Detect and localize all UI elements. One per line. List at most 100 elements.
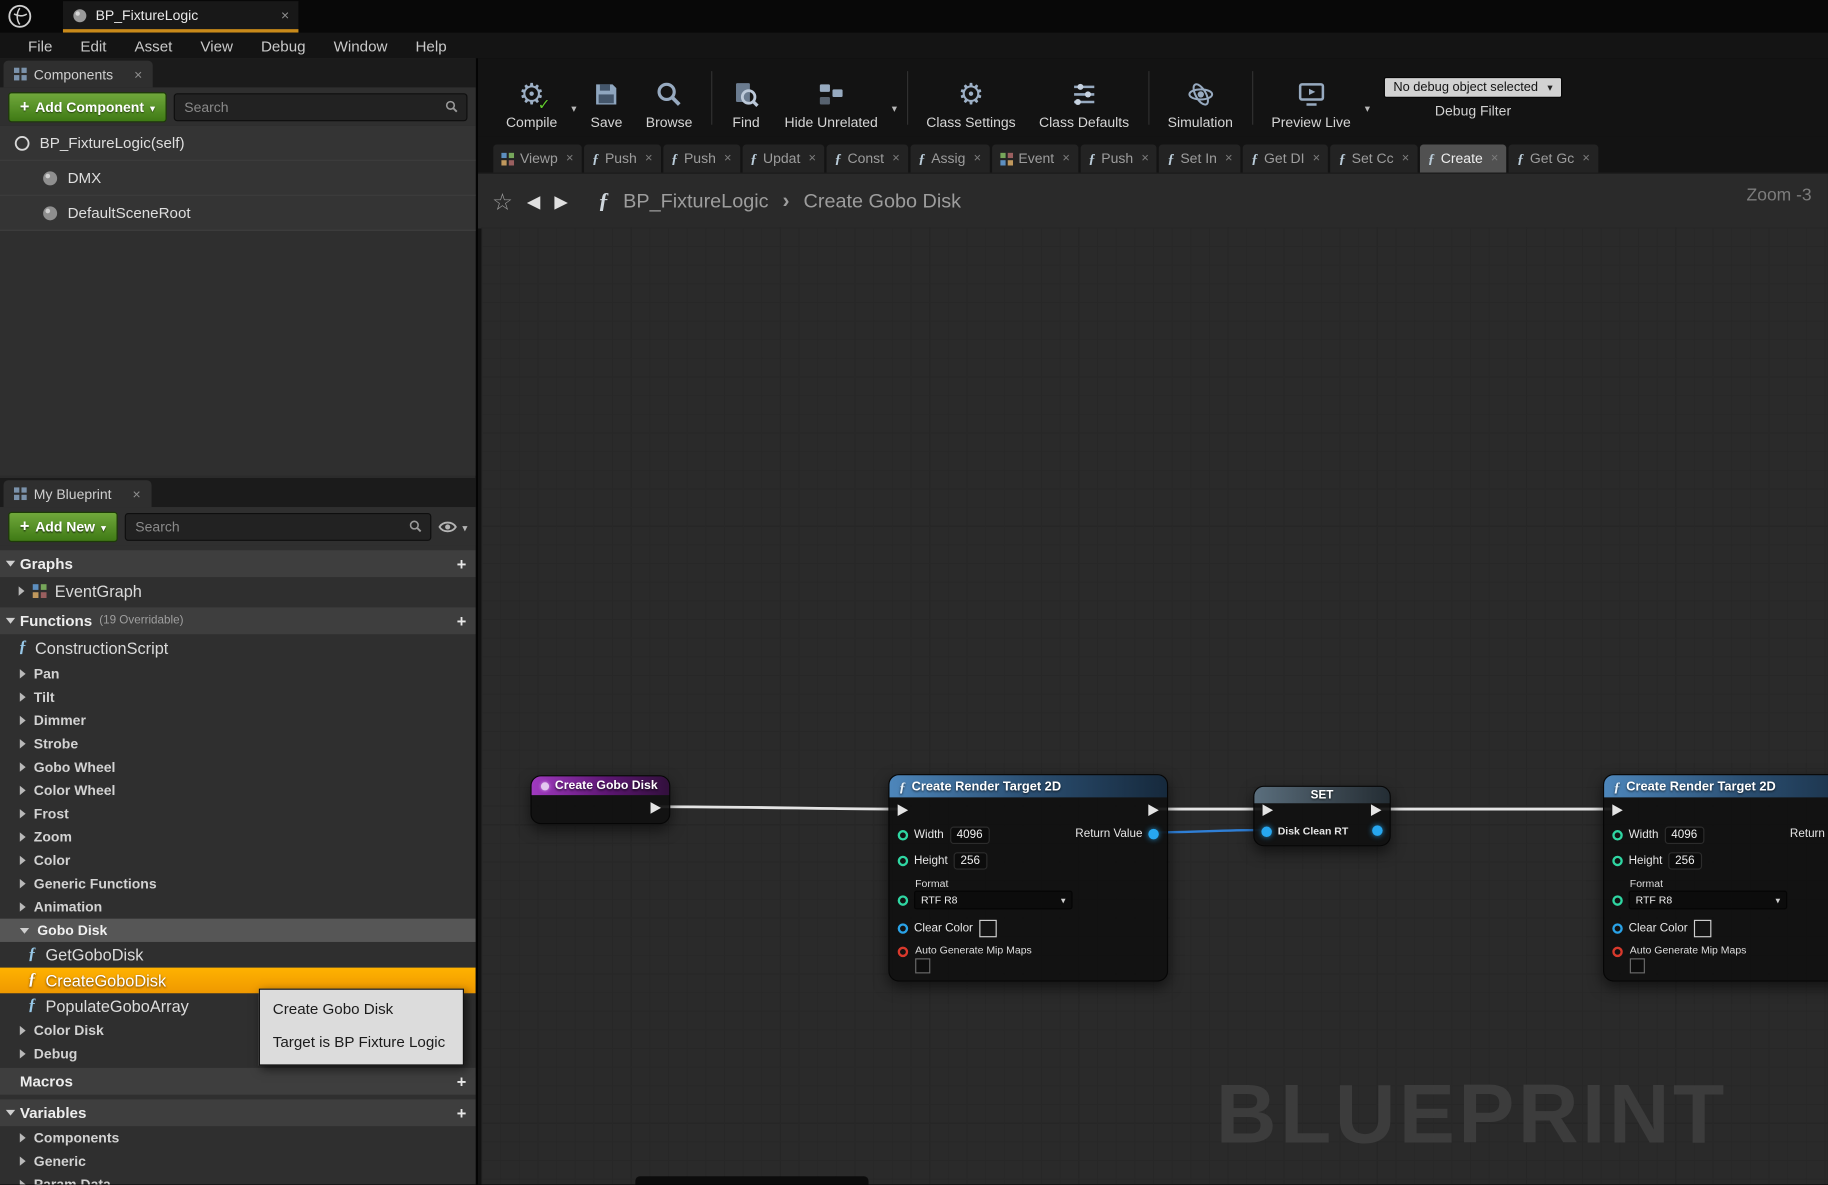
menu-help[interactable]: Help (401, 37, 460, 54)
components-search-box[interactable] (174, 93, 468, 121)
add-graph-button[interactable]: + (457, 556, 467, 572)
section-graphs[interactable]: Graphs + (0, 550, 476, 577)
mips-checkbox[interactable] (915, 958, 930, 973)
color-swatch[interactable] (1693, 920, 1710, 937)
height-value-field[interactable]: 256 (1668, 852, 1701, 869)
favorite-star-icon[interactable]: ☆ (492, 187, 513, 215)
mbp-category-color-wheel[interactable]: Color Wheel (0, 779, 476, 802)
back-arrow-icon[interactable]: ◀ (527, 191, 540, 212)
object-input-pin[interactable] (1261, 826, 1271, 836)
add-function-button[interactable]: + (457, 613, 467, 629)
section-functions[interactable]: Functions (19 Overridable) + (0, 607, 476, 634)
close-icon[interactable] (974, 152, 982, 165)
compile-options-chevron-icon[interactable] (571, 96, 576, 117)
exec-output-pin[interactable] (1371, 804, 1381, 816)
close-icon[interactable] (281, 8, 289, 22)
mbp-category-color[interactable]: Color (0, 849, 476, 872)
hide-unrelated-chevron-icon[interactable] (892, 96, 897, 117)
my-blueprint-search-box[interactable] (125, 512, 432, 540)
menu-debug[interactable]: Debug (247, 37, 320, 54)
graph-tab-get-di[interactable]: ƒGet DI (1243, 145, 1328, 173)
close-icon[interactable] (809, 152, 817, 165)
mbp-category-pan[interactable]: Pan (0, 662, 476, 685)
tab-my-blueprint[interactable]: My Blueprint (3, 480, 151, 507)
bool-pin[interactable] (898, 947, 908, 957)
graph-tab-assign[interactable]: ƒAssig (910, 145, 989, 173)
close-icon[interactable] (1062, 152, 1070, 165)
find-button[interactable]: Find (719, 65, 773, 130)
graph-tab-event[interactable]: Event (992, 145, 1078, 173)
node-create-gobo-disk-entry[interactable]: Create Gobo Disk (530, 775, 670, 824)
close-icon[interactable] (1141, 152, 1149, 165)
graph-tab-update[interactable]: ƒUpdat (742, 145, 824, 173)
close-icon[interactable] (1225, 152, 1233, 165)
mbp-category-frost[interactable]: Frost (0, 802, 476, 825)
add-new-button[interactable]: Add New (8, 511, 118, 541)
width-value-field[interactable]: 4096 (950, 827, 990, 844)
tree-row-self[interactable]: BP_FixtureLogic(self) (0, 126, 476, 161)
graph-tab-set-cc[interactable]: ƒSet Cc (1331, 145, 1418, 173)
tree-row-dmx[interactable]: DMX (0, 161, 476, 196)
close-icon[interactable] (1582, 152, 1590, 165)
mips-checkbox[interactable] (1630, 958, 1645, 973)
mbp-category-gobo-wheel[interactable]: Gobo Wheel (0, 755, 476, 778)
graph-tab-viewport[interactable]: Viewp (493, 145, 581, 173)
mbp-category-animation[interactable]: Animation (0, 895, 476, 918)
collapsed-bottom-panel-tab[interactable] (635, 1176, 868, 1184)
visibility-filter-button[interactable] (439, 516, 468, 537)
graph-canvas[interactable]: BLUEPRINT Create Gobo Disk ƒ Create Rend… (481, 227, 1827, 1184)
save-button[interactable]: Save (579, 65, 634, 130)
graph-tab-push-3[interactable]: ƒPush (1080, 145, 1157, 173)
object-output-pin[interactable] (1148, 829, 1158, 839)
tree-row-defaultsceneroot[interactable]: DefaultSceneRoot (0, 196, 476, 231)
add-variable-button[interactable]: + (457, 1105, 467, 1121)
menu-asset[interactable]: Asset (120, 37, 186, 54)
breadcrumb-current[interactable]: Create Gobo Disk (804, 189, 962, 212)
graph-tab-construct[interactable]: ƒConst (827, 145, 908, 173)
browse-button[interactable]: Browse (634, 65, 704, 130)
enum-pin[interactable] (898, 895, 908, 905)
close-icon[interactable] (1402, 152, 1410, 165)
variable-category-generic[interactable]: Generic (0, 1149, 476, 1172)
menu-file[interactable]: File (14, 37, 66, 54)
mbp-category-gobo-disk[interactable]: Gobo Disk (0, 919, 476, 942)
exec-output-pin[interactable] (1148, 804, 1158, 816)
add-macro-button[interactable]: + (457, 1073, 467, 1089)
close-icon[interactable] (1313, 152, 1321, 165)
variable-category-components[interactable]: Components (0, 1126, 476, 1149)
exec-output-pin[interactable] (651, 802, 661, 814)
tab-components[interactable]: Components (3, 61, 152, 88)
height-value-field[interactable]: 256 (954, 852, 987, 869)
close-icon[interactable] (892, 152, 900, 165)
add-component-button[interactable]: Add Component (8, 92, 167, 122)
mbp-category-generic-functions[interactable]: Generic Functions (0, 872, 476, 895)
int-pin[interactable] (898, 830, 908, 840)
graph-tab-set-in[interactable]: ƒSet In (1159, 145, 1240, 173)
close-icon[interactable] (134, 67, 142, 81)
format-dropdown[interactable]: RTF R8 (1629, 891, 1788, 910)
mbp-category-zoom[interactable]: Zoom (0, 825, 476, 848)
bool-pin[interactable] (1612, 947, 1622, 957)
compile-button[interactable]: ⚙✓ Compile (494, 65, 569, 130)
node-create-render-target-2d-2[interactable]: ƒ Create Render Target 2D Width 4096 Ret… (1603, 774, 1828, 982)
format-dropdown[interactable]: RTF R8 (914, 891, 1073, 910)
mbp-category-strobe[interactable]: Strobe (0, 732, 476, 755)
int-pin[interactable] (1612, 856, 1622, 866)
expand-arrow-icon[interactable] (19, 586, 25, 595)
width-value-field[interactable]: 4096 (1664, 827, 1704, 844)
preview-live-chevron-icon[interactable] (1365, 96, 1370, 117)
section-variables[interactable]: Variables + (0, 1099, 476, 1126)
close-icon[interactable] (133, 487, 141, 501)
close-icon[interactable] (1491, 152, 1499, 165)
my-blueprint-search-input[interactable] (133, 517, 409, 536)
graph-tab-create-active[interactable]: ƒCreate (1420, 145, 1507, 173)
exec-input-pin[interactable] (898, 804, 908, 816)
hide-unrelated-button[interactable]: Hide Unrelated (773, 65, 890, 130)
forward-arrow-icon[interactable]: ▶ (554, 191, 567, 212)
mbp-category-dimmer[interactable]: Dimmer (0, 709, 476, 732)
menu-edit[interactable]: Edit (66, 37, 120, 54)
close-icon[interactable] (724, 152, 732, 165)
int-pin[interactable] (1612, 830, 1622, 840)
components-search-input[interactable] (182, 97, 444, 116)
graph-tab-push-2[interactable]: ƒPush (663, 145, 740, 173)
